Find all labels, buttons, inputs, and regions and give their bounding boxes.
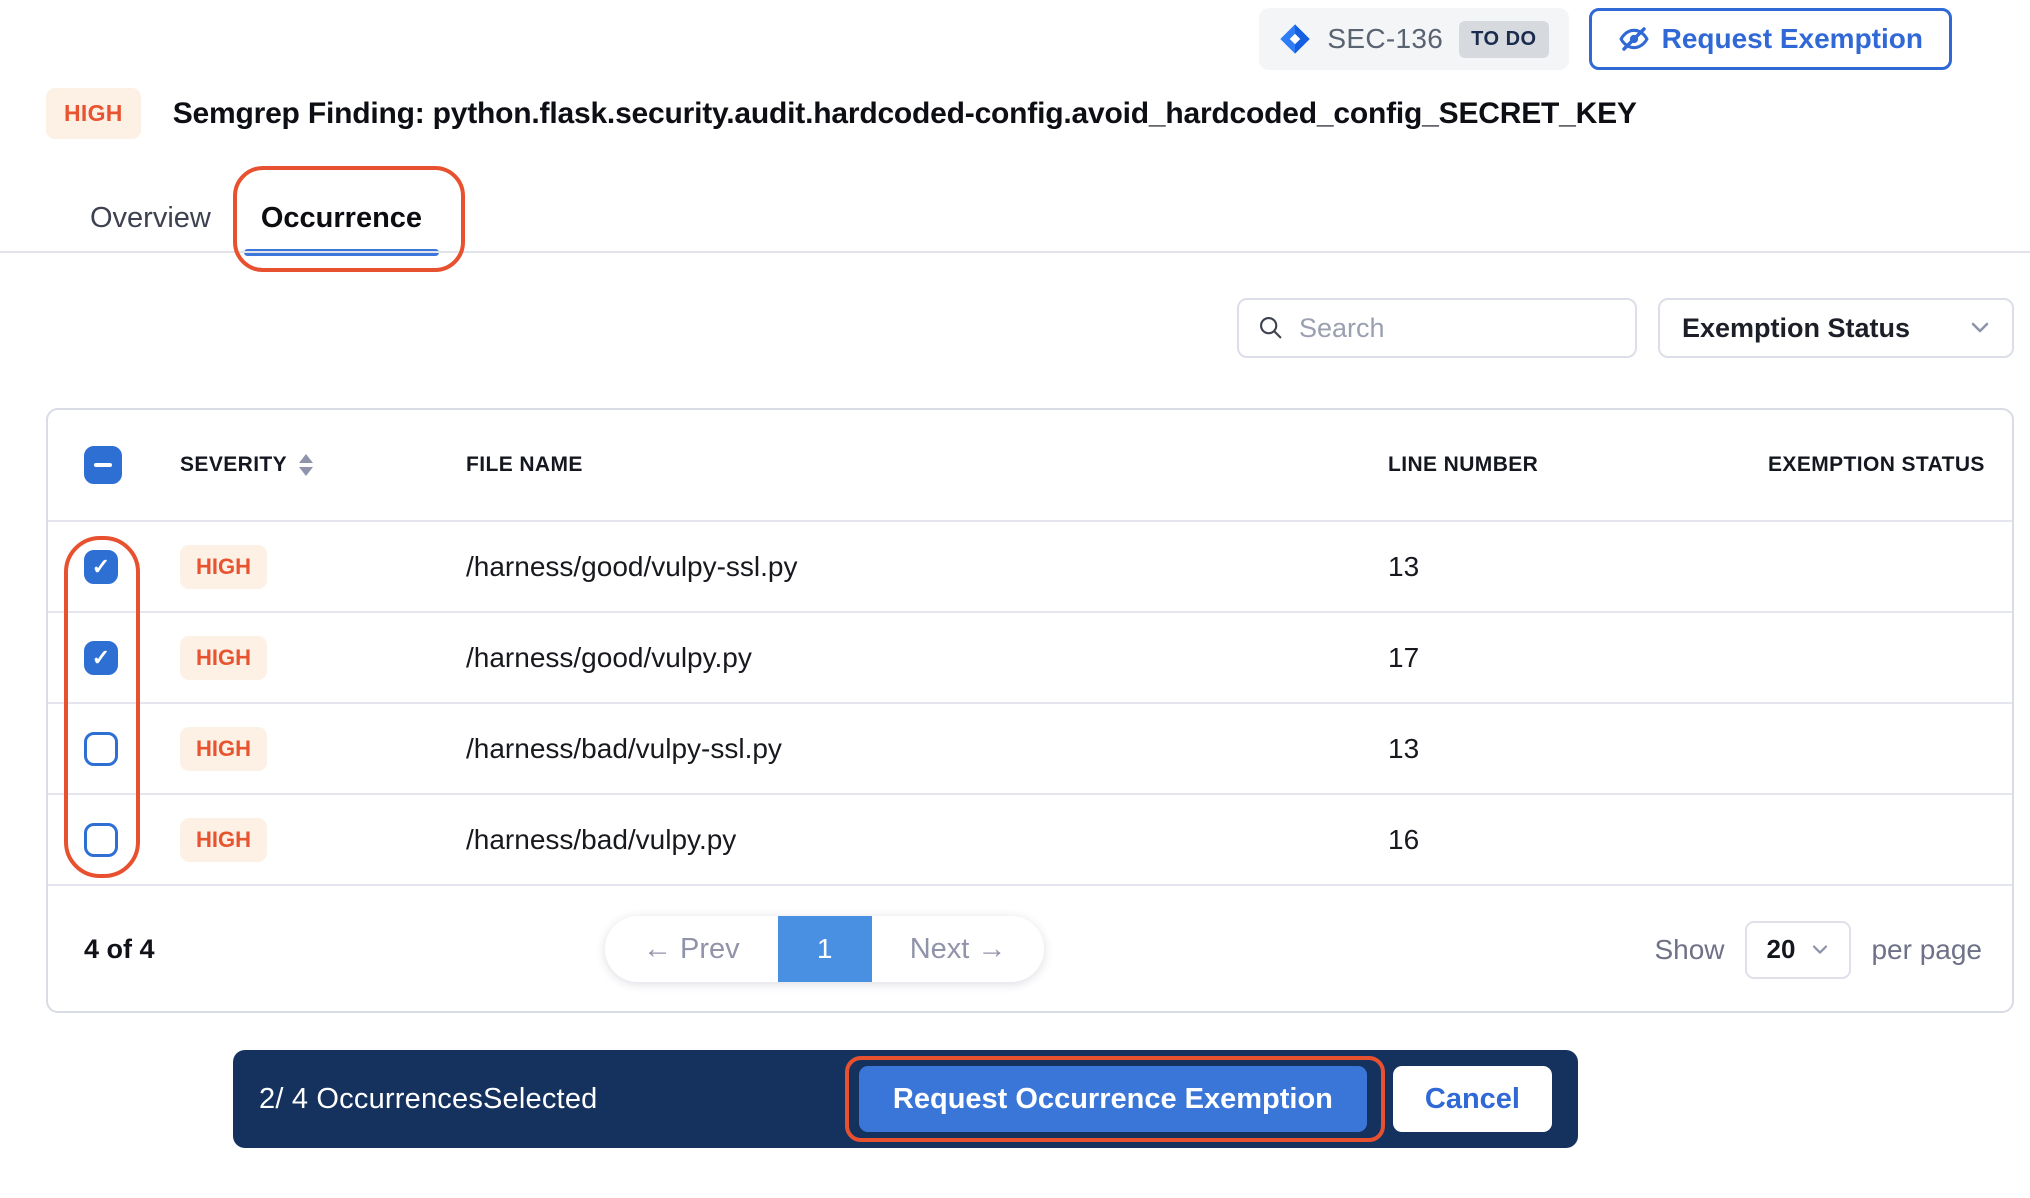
page-title: Semgrep Finding: python.flask.security.a… [173, 97, 1637, 131]
chevron-down-icon [1970, 321, 1990, 335]
table-row: ✓ HIGH /harness/good/vulpy-ssl.py 13 [48, 522, 2012, 613]
file-name-cell: /harness/good/vulpy-ssl.py [466, 551, 1388, 583]
page-size-select[interactable]: 20 [1745, 921, 1852, 979]
severity-badge: HIGH [46, 88, 141, 139]
top-actions: SEC-136 TO DO Request Exemption [1259, 8, 1952, 70]
table-body: ✓ HIGH /harness/good/vulpy-ssl.py 13 ✓ H… [48, 522, 2012, 886]
row-checkbox[interactable]: ✓ [84, 550, 118, 584]
tab-overview[interactable]: Overview [90, 196, 211, 256]
next-page-button[interactable]: Next → [872, 916, 1045, 982]
file-name-cell: /harness/good/vulpy.py [466, 642, 1388, 674]
page-size-group: Show 20 per page [1654, 921, 1982, 979]
select-all-checkbox[interactable] [84, 446, 122, 484]
indeterminate-icon [94, 463, 112, 467]
table-header-row: SEVERITY FILE NAME LINE NUMBER EXEMPTION… [48, 410, 2012, 522]
table-row: ✓ HIGH /harness/bad/vulpy-ssl.py 13 [48, 704, 2012, 795]
pagination: ← Prev 1 Next → [605, 916, 1044, 982]
sort-icon[interactable] [299, 454, 313, 476]
per-page-label: per page [1871, 934, 1982, 966]
page-1-button[interactable]: 1 [778, 916, 872, 982]
line-number-cell: 17 [1388, 642, 1768, 674]
file-name-cell: /harness/bad/vulpy.py [466, 824, 1388, 856]
column-header-file-name: FILE NAME [466, 451, 1388, 479]
severity-badge: HIGH [180, 818, 267, 862]
title-row: HIGH Semgrep Finding: python.flask.secur… [46, 88, 1637, 139]
column-header-line-number: LINE NUMBER [1388, 451, 1768, 479]
page-size-value: 20 [1767, 934, 1796, 965]
table-row: ✓ HIGH /harness/bad/vulpy.py 16 [48, 795, 2012, 886]
jira-issue-chip[interactable]: SEC-136 TO DO [1259, 8, 1568, 70]
row-count: 4 of 4 [84, 934, 155, 965]
request-exemption-button[interactable]: Request Exemption [1589, 8, 1952, 70]
severity-badge: HIGH [180, 545, 267, 589]
severity-badge: HIGH [180, 636, 267, 680]
tab-bar: Overview Occurrence [90, 196, 422, 256]
chevron-down-icon [1811, 944, 1829, 956]
check-icon: ✓ [92, 556, 110, 578]
selection-action-bar: 2/ 4 OccurrencesSelected Request Occurre… [233, 1050, 1578, 1148]
check-icon: ✓ [92, 647, 110, 669]
tab-occurrence[interactable]: Occurrence [261, 196, 422, 256]
exemption-status-filter-label: Exemption Status [1682, 313, 1910, 344]
tabs-divider [0, 251, 2030, 253]
severity-badge: HIGH [180, 727, 267, 771]
row-checkbox[interactable]: ✓ [84, 823, 118, 857]
line-number-cell: 16 [1388, 824, 1768, 856]
exemption-status-filter[interactable]: Exemption Status [1658, 298, 2014, 358]
line-number-cell: 13 [1388, 551, 1768, 583]
prev-page-button[interactable]: ← Prev [605, 916, 778, 982]
show-label: Show [1654, 934, 1724, 966]
row-checkbox[interactable]: ✓ [84, 641, 118, 675]
jira-status-badge: TO DO [1459, 21, 1548, 58]
jira-icon [1279, 23, 1311, 55]
action-bar-buttons: Request Occurrence Exemption Cancel [859, 1066, 1552, 1132]
table-row: ✓ HIGH /harness/good/vulpy.py 17 [48, 613, 2012, 704]
request-occurrence-exemption-button[interactable]: Request Occurrence Exemption [859, 1066, 1367, 1132]
column-header-severity: SEVERITY [180, 451, 466, 479]
finding-detail-page: SEC-136 TO DO Request Exemption HIGH Sem… [0, 0, 2030, 1198]
line-number-cell: 13 [1388, 733, 1768, 765]
search-icon [1257, 314, 1285, 342]
search-input[interactable] [1299, 313, 1617, 344]
search-box[interactable] [1237, 298, 1637, 358]
occurrences-table: SEVERITY FILE NAME LINE NUMBER EXEMPTION… [46, 408, 2014, 1013]
row-checkbox[interactable]: ✓ [84, 732, 118, 766]
file-name-cell: /harness/bad/vulpy-ssl.py [466, 733, 1388, 765]
column-header-exemption-status: EXEMPTION STATUS [1768, 451, 1988, 479]
table-footer: 4 of 4 ← Prev 1 Next → Show 20 per page [48, 886, 2012, 1013]
jira-issue-key: SEC-136 [1327, 23, 1443, 55]
request-exemption-label: Request Exemption [1662, 23, 1923, 55]
cancel-button[interactable]: Cancel [1393, 1066, 1552, 1132]
selection-count-text: 2/ 4 OccurrencesSelected [259, 1083, 597, 1116]
eye-off-icon [1618, 23, 1650, 55]
